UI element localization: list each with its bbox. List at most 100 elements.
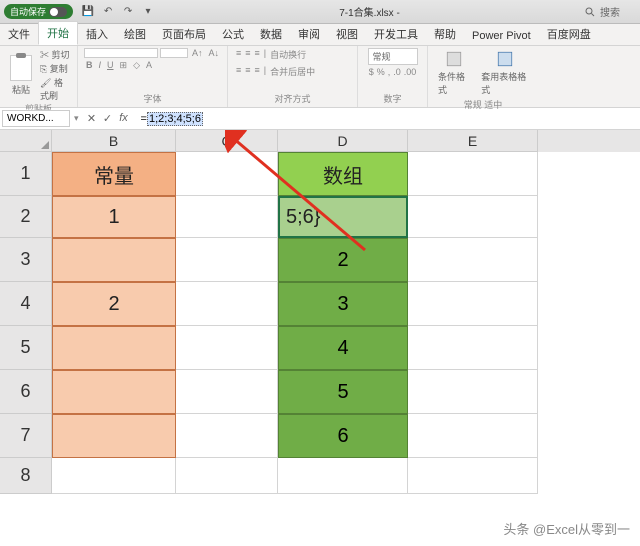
formula-input[interactable]: =1;2;3;4;5;6 <box>135 111 640 127</box>
tab-draw[interactable]: 绘图 <box>116 23 154 45</box>
percent-icon[interactable]: % <box>377 67 385 77</box>
row-header-6[interactable]: 6 <box>0 370 52 414</box>
cancel-icon[interactable]: ✕ <box>85 112 99 125</box>
tab-view[interactable]: 视图 <box>328 23 366 45</box>
row-header-7[interactable]: 7 <box>0 414 52 458</box>
cell-C6[interactable] <box>176 370 278 414</box>
select-all-corner[interactable] <box>0 130 52 152</box>
merge-button[interactable]: 合并后居中 <box>270 65 315 78</box>
font-family-select[interactable] <box>84 48 158 58</box>
wrap-text-button[interactable]: 自动换行 <box>270 48 306 61</box>
enter-icon[interactable]: ✓ <box>101 112 115 125</box>
underline-button[interactable]: U <box>107 60 114 71</box>
cell-B8[interactable] <box>52 458 176 494</box>
cell-B3[interactable] <box>52 238 176 282</box>
cell-D5[interactable]: 4 <box>278 326 408 370</box>
cell-E2[interactable] <box>408 196 538 238</box>
inc-decimal-icon[interactable]: .0 <box>393 67 401 77</box>
align-top-icon[interactable]: ≡ <box>236 48 241 61</box>
copy-button[interactable]: ⎘ 复制 <box>40 62 71 75</box>
redo-icon[interactable]: ↷ <box>121 6 135 17</box>
shrink-font-icon[interactable]: A↓ <box>206 48 221 58</box>
font-color-button[interactable]: A <box>146 60 152 71</box>
undo-icon[interactable]: ↶ <box>101 6 115 17</box>
cell-E7[interactable] <box>408 414 538 458</box>
tab-dev[interactable]: 开发工具 <box>366 23 426 45</box>
cell-E5[interactable] <box>408 326 538 370</box>
cell-B5[interactable] <box>52 326 176 370</box>
cell-D7[interactable]: 6 <box>278 414 408 458</box>
row-header-8[interactable]: 8 <box>0 458 52 494</box>
quick-access-toolbar[interactable]: 💾 ↶ ↷ ▾ <box>81 6 155 17</box>
cell-C5[interactable] <box>176 326 278 370</box>
cell-D8[interactable] <box>278 458 408 494</box>
cell-C2[interactable] <box>176 196 278 238</box>
cell-E4[interactable] <box>408 282 538 326</box>
dec-decimal-icon[interactable]: .00 <box>404 67 417 77</box>
cell-D2[interactable]: 5;6} <box>278 196 408 238</box>
cell-B2[interactable]: 1 <box>52 196 176 238</box>
cell-E8[interactable] <box>408 458 538 494</box>
col-header-D[interactable]: D <box>278 130 408 152</box>
cell-D1[interactable]: 数组 <box>278 152 408 196</box>
bold-button[interactable]: B <box>86 60 93 71</box>
format-painter-button[interactable]: 🖌 格式刷 <box>40 76 71 102</box>
row-header-5[interactable]: 5 <box>0 326 52 370</box>
tab-insert[interactable]: 插入 <box>78 23 116 45</box>
font-size-select[interactable] <box>160 48 188 58</box>
tab-formula[interactable]: 公式 <box>214 23 252 45</box>
save-icon[interactable]: 💾 <box>81 6 95 17</box>
tab-file[interactable]: 文件 <box>0 23 38 45</box>
cell-D6[interactable]: 5 <box>278 370 408 414</box>
cell-E3[interactable] <box>408 238 538 282</box>
col-header-E[interactable]: E <box>408 130 538 152</box>
align-mid-icon[interactable]: ≡ <box>245 48 250 61</box>
fill-color-button[interactable]: ◇ <box>133 60 140 71</box>
currency-icon[interactable]: $ <box>369 67 374 77</box>
cell-B6[interactable] <box>52 370 176 414</box>
align-center-icon[interactable]: ≡ <box>245 65 250 78</box>
tab-baidu[interactable]: 百度网盘 <box>539 23 599 45</box>
cell-B7[interactable] <box>52 414 176 458</box>
row-header-4[interactable]: 4 <box>0 282 52 326</box>
row-header-3[interactable]: 3 <box>0 238 52 282</box>
row-header-2[interactable]: 2 <box>0 196 52 238</box>
autosave-toggle[interactable]: 自动保存 <box>4 4 73 19</box>
italic-button[interactable]: I <box>99 60 102 71</box>
cell-C3[interactable] <box>176 238 278 282</box>
paste-button[interactable]: 粘贴 <box>6 53 36 98</box>
cell-C7[interactable] <box>176 414 278 458</box>
cut-button[interactable]: ✂ 剪切 <box>40 48 71 61</box>
cell-C4[interactable] <box>176 282 278 326</box>
number-format-select[interactable]: 常规 <box>368 48 418 65</box>
cell-C1[interactable] <box>176 152 278 196</box>
qat-more-icon[interactable]: ▾ <box>141 6 155 17</box>
grow-font-icon[interactable]: A↑ <box>190 48 205 58</box>
cell-E1[interactable] <box>408 152 538 196</box>
col-header-B[interactable]: B <box>52 130 176 152</box>
cell-B4[interactable]: 2 <box>52 282 176 326</box>
align-right-icon[interactable]: ≡ <box>255 65 260 78</box>
conditional-format-button[interactable]: 条件格式 <box>434 48 473 98</box>
name-dropdown-icon[interactable]: ▾ <box>72 113 81 124</box>
tab-layout[interactable]: 页面布局 <box>154 23 214 45</box>
cell-D3[interactable]: 2 <box>278 238 408 282</box>
cell-D4[interactable]: 3 <box>278 282 408 326</box>
cell-B1[interactable]: 常量 <box>52 152 176 196</box>
col-header-C[interactable]: C <box>176 130 278 152</box>
border-button[interactable]: ⊞ <box>120 60 128 71</box>
tab-data[interactable]: 数据 <box>252 23 290 45</box>
tab-help[interactable]: 帮助 <box>426 23 464 45</box>
cell-C8[interactable] <box>176 458 278 494</box>
search-box[interactable]: 搜索 <box>584 4 620 19</box>
table-format-button[interactable]: 套用表格格式 <box>477 48 532 98</box>
fx-icon[interactable]: fx <box>117 112 131 125</box>
row-header-1[interactable]: 1 <box>0 152 52 196</box>
name-box[interactable] <box>2 110 70 127</box>
align-bot-icon[interactable]: ≡ <box>255 48 260 61</box>
tab-review[interactable]: 审阅 <box>290 23 328 45</box>
align-left-icon[interactable]: ≡ <box>236 65 241 78</box>
cell-E6[interactable] <box>408 370 538 414</box>
tab-home[interactable]: 开始 <box>38 21 78 45</box>
comma-icon[interactable]: , <box>388 67 391 77</box>
